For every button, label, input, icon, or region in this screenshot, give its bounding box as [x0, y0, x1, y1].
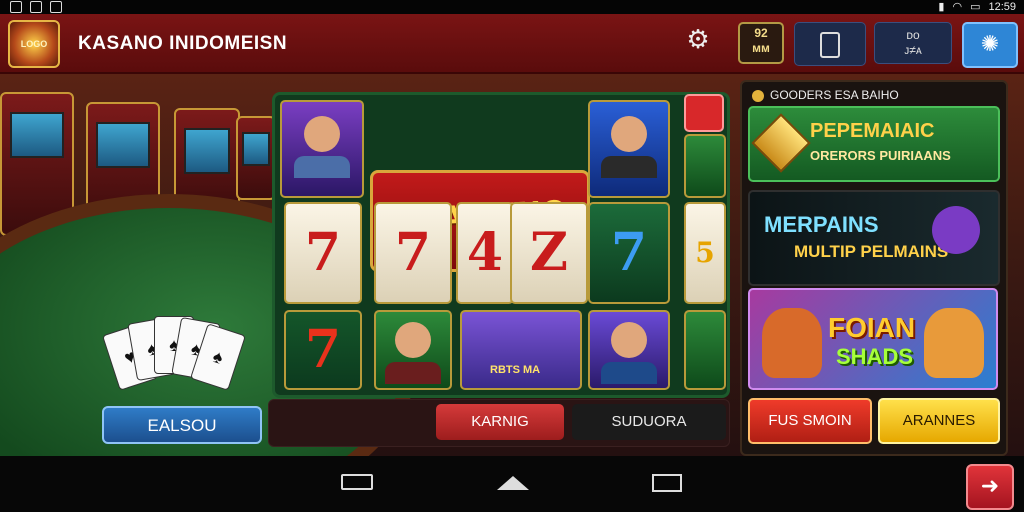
back-button[interactable] [340, 474, 374, 494]
game-tile-portrait[interactable] [588, 310, 670, 390]
game-tile-characters[interactable] [460, 310, 582, 390]
promo-card-2-subtitle: MULTIP PELMAINS [794, 242, 949, 261]
home-icon [497, 476, 529, 490]
game-tile-portrait[interactable] [280, 100, 364, 198]
badge-gear-icon: ✺ [980, 31, 1000, 56]
game-tile-portrait[interactable] [684, 310, 726, 390]
slot-reel: 4 [456, 202, 514, 304]
side-badge[interactable] [684, 94, 724, 132]
promo-card-3[interactable]: FOIAN SHADS [748, 288, 998, 390]
slot-reel: 5 [684, 202, 726, 304]
system-nav-bar [0, 456, 1024, 512]
character-art [932, 206, 980, 254]
promo-card-3-title: FOIAN [828, 312, 916, 343]
slot-reel: 7 [284, 310, 362, 390]
slot-reel: Z [510, 202, 588, 304]
secondary-action-button[interactable]: SUDUORA [572, 404, 726, 440]
app-logo-text: LOGO [20, 39, 48, 49]
promo-card-3-subtitle: SHADS [836, 344, 914, 369]
slot-reel: 7 [588, 202, 670, 304]
wallet-icon [820, 32, 840, 58]
playing-cards: ♥ ♠ ♠ ♠ ♠ [102, 314, 246, 394]
app-bar: LOGO KASANO INIDOMEISN ⚙ 92 ᴍᴍ ᴅᴏ ᴊ≠ᴀ ✺ [0, 14, 1024, 74]
notification-icon [30, 1, 42, 13]
promo-panel-header: GOODERS ESA BAIHO [752, 88, 899, 102]
score-value: 92 [754, 26, 768, 40]
battery-icon: ▭ [970, 1, 981, 13]
left-action-button[interactable]: EALSOU [102, 406, 262, 444]
recents-icon [652, 474, 682, 492]
score-sub: ᴍᴍ [752, 41, 770, 55]
coin-icon [752, 89, 764, 102]
promo-card-2-title: MERPAINS [764, 212, 879, 237]
promo-red-button[interactable]: FUS SMOIN [748, 398, 872, 444]
status-icons-left [10, 1, 62, 13]
back-icon [341, 474, 373, 490]
stats-button[interactable]: ᴅᴏ ᴊ≠ᴀ [874, 22, 952, 64]
diamond-icon [751, 113, 811, 173]
primary-action-button[interactable]: KARNIG [436, 404, 564, 440]
slot-machine-decor [236, 116, 276, 200]
status-icons-right: ▮ ◠ ▭ 12:59 [938, 0, 1016, 14]
gear-icon[interactable]: ⚙ [683, 24, 713, 54]
fox-character-art [924, 308, 984, 378]
promo-card-2[interactable]: MERPAINS MULTIP PELMAINS [748, 190, 1000, 286]
app-logo[interactable]: LOGO [8, 20, 60, 68]
slot-reel: 7 [284, 202, 362, 304]
game-tile-portrait[interactable] [374, 310, 452, 390]
promo-card-1-subtitle: ORERORS PUIRIAANS [810, 148, 951, 163]
promo-yellow-button[interactable]: ARANNES [878, 398, 1000, 444]
casino-scene: ♥ ♠ ♠ ♠ ♠ IASSINO 7 7 4 Z 7 5 7 RBTS MA … [0, 74, 1024, 456]
notification-icon [50, 1, 62, 13]
stats-line-2: ᴊ≠ᴀ [904, 43, 922, 57]
notification-icon [10, 1, 22, 13]
score-button[interactable]: 92 ᴍᴍ [738, 22, 784, 64]
game-tile-portrait[interactable] [684, 134, 726, 198]
wallet-button[interactable] [794, 22, 866, 66]
promo-card-1-title: PEPEMAIAIC [810, 120, 935, 142]
signal-icon: ▮ [938, 1, 945, 13]
settings-button[interactable]: ✺ [962, 22, 1018, 68]
stats-line-1: ᴅᴏ [906, 28, 920, 42]
recents-button[interactable] [650, 474, 684, 494]
floating-action-button[interactable]: ➜ [966, 464, 1014, 510]
fox-character-art [762, 308, 822, 378]
home-button[interactable] [496, 474, 530, 494]
game-tile-portrait[interactable] [588, 100, 670, 198]
clock: 12:59 [988, 1, 1016, 13]
slot-reel: 7 [374, 202, 452, 304]
promo-panel-title: GOODERS ESA BAIHO [770, 88, 899, 102]
arrow-icon: ➜ [980, 473, 1000, 498]
status-bar: ▮ ◠ ▭ 12:59 [0, 0, 1024, 14]
wifi-icon: ◠ [952, 1, 963, 13]
promo-card-1[interactable]: PEPEMAIAIC ORERORS PUIRIAANS [748, 106, 1000, 182]
page-title: KASANO INIDOMEISN [78, 33, 288, 54]
game-tile-label: RBTS MA [490, 364, 541, 376]
